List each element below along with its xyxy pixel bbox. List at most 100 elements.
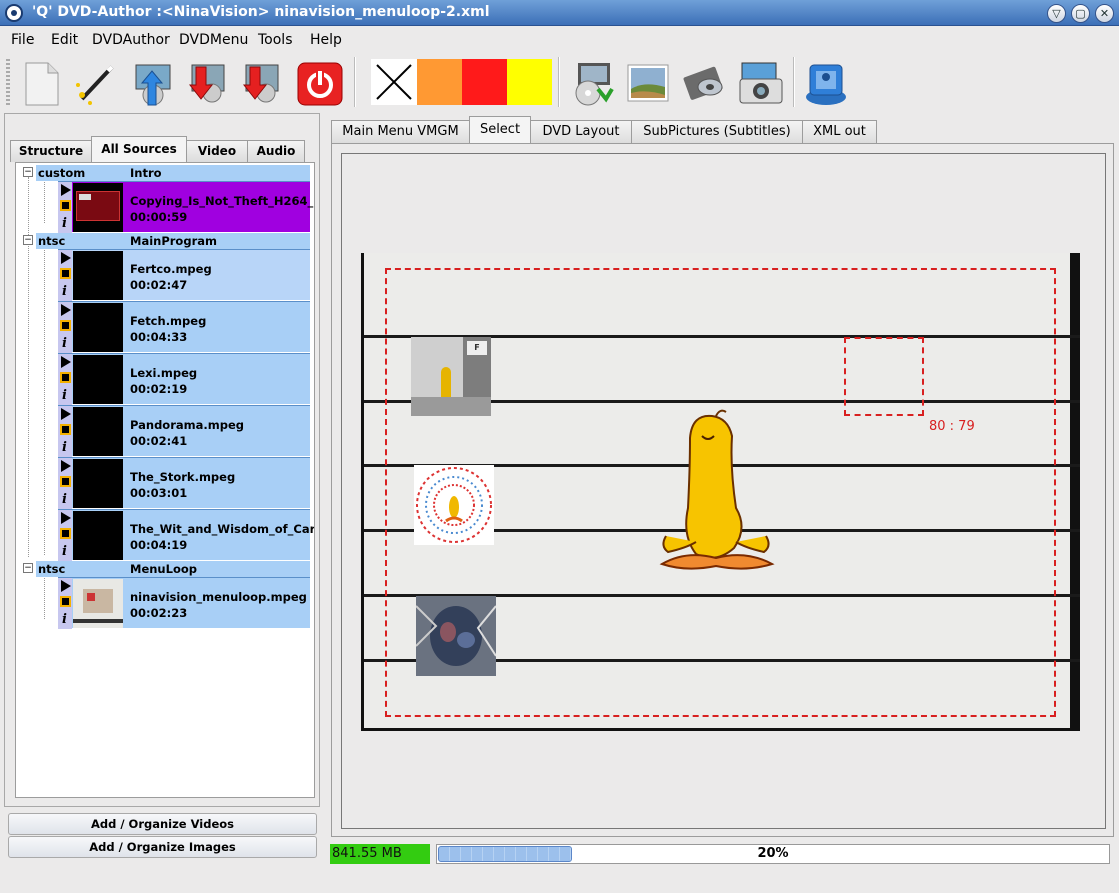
source-item[interactable]: i Copying_Is_Not_Theft_H264_ 00:00:59 [58, 181, 313, 233]
add-organize-images-button[interactable]: Add / Organize Images [8, 836, 317, 858]
source-item[interactable]: i The_Stork.mpeg 00:03:01 [58, 457, 310, 509]
source-item[interactable]: i Fetch.mpeg 00:04:33 [58, 301, 310, 353]
button-selection-box[interactable] [844, 337, 924, 416]
info-icon[interactable]: i [62, 440, 67, 455]
group-name: MainProgram [130, 234, 217, 248]
open-project-icon[interactable] [128, 59, 176, 107]
dvd-disc-icon[interactable] [802, 59, 850, 107]
source-item[interactable]: i Fertco.mpeg 00:02:47 [58, 249, 310, 301]
play-icon[interactable] [61, 252, 71, 264]
source-item[interactable]: i Pandorama.mpeg 00:02:41 [58, 405, 310, 457]
close-icon[interactable]: ✕ [1095, 4, 1114, 23]
group-name: Intro [130, 166, 162, 180]
group-row[interactable]: custom Intro [36, 165, 310, 181]
progress-text: 20% [757, 846, 789, 861]
tab-structure[interactable]: Structure [10, 140, 92, 162]
group-name: MenuLoop [130, 562, 197, 576]
play-icon[interactable] [61, 356, 71, 368]
group-row[interactable]: ntsc MenuLoop [36, 561, 310, 577]
info-icon[interactable]: i [62, 284, 67, 299]
wizard-icon[interactable] [72, 59, 120, 107]
item-controls: i [58, 458, 72, 509]
play-icon[interactable] [61, 304, 71, 316]
app-icon[interactable] [5, 4, 23, 22]
collapse-toggle[interactable]: − [23, 235, 33, 245]
info-icon[interactable]: i [62, 336, 67, 351]
tab-video[interactable]: Video [186, 140, 248, 162]
source-item[interactable]: i The_Wit_and_Wisdom_of_Car 00:04:19 [58, 509, 314, 561]
stop-icon[interactable] [60, 372, 71, 383]
add-video-icon[interactable] [568, 59, 616, 107]
editor-panel: F 80 : 79 [331, 143, 1114, 837]
play-icon[interactable] [61, 580, 71, 592]
maximize-icon[interactable]: ▢ [1071, 4, 1090, 23]
play-icon[interactable] [61, 408, 71, 420]
menu-dvdmenu[interactable]: DVDMenu [179, 32, 248, 48]
new-document-icon[interactable] [18, 59, 66, 107]
color-swatch-yellow[interactable] [507, 59, 552, 105]
save-as-icon[interactable] [236, 59, 284, 107]
color-swatch-orange[interactable] [417, 59, 462, 105]
item-filename: Lexi.mpeg [130, 366, 198, 380]
menu-button-thumbnail[interactable] [414, 465, 494, 545]
item-controls: i [58, 510, 72, 561]
stop-icon[interactable] [60, 268, 71, 279]
item-controls: i [58, 182, 72, 233]
play-icon[interactable] [61, 512, 71, 524]
tab-audio[interactable]: Audio [247, 140, 305, 162]
item-filename: The_Wit_and_Wisdom_of_Car [130, 522, 315, 536]
minimize-icon[interactable]: ▽ [1047, 4, 1066, 23]
add-image-icon[interactable] [624, 59, 672, 107]
toolbar-separator [793, 57, 795, 107]
color-swatch-red[interactable] [462, 59, 507, 105]
menu-button-thumbnail[interactable]: F [411, 337, 491, 416]
info-icon[interactable]: i [62, 544, 67, 559]
source-item[interactable]: i Lexi.mpeg 00:02:19 [58, 353, 310, 405]
info-icon[interactable]: i [62, 216, 67, 231]
group-row[interactable]: ntsc MainProgram [36, 233, 310, 249]
menu-help[interactable]: Help [310, 32, 342, 48]
item-controls: i [58, 302, 72, 353]
camera-icon[interactable] [736, 59, 784, 107]
tab-main-menu-vmgm[interactable]: Main Menu VMGM [331, 120, 470, 144]
tab-select[interactable]: Select [469, 116, 531, 144]
source-tree: − custom Intro i Copying_Is_Not_Theft_H2… [15, 162, 315, 798]
stop-icon[interactable] [60, 596, 71, 607]
menu-tools[interactable]: Tools [258, 32, 293, 48]
info-icon[interactable]: i [62, 388, 67, 403]
dvd-size-indicator: 841.55 MB [330, 844, 430, 864]
tab-all-sources[interactable]: All Sources [91, 136, 187, 162]
source-item[interactable]: i ninavision_menuloop.mpeg 00:02:23 [58, 577, 310, 629]
add-audio-icon[interactable] [680, 59, 728, 107]
info-icon[interactable]: i [62, 612, 67, 627]
title-bar: 'Q' DVD-Author :<NinaVision> ninavision_… [0, 0, 1119, 26]
power-icon[interactable] [296, 59, 344, 107]
play-icon[interactable] [61, 184, 71, 196]
collapse-toggle[interactable]: − [23, 563, 33, 573]
play-icon[interactable] [61, 460, 71, 472]
save-project-icon[interactable] [182, 59, 230, 107]
tab-subpictures[interactable]: SubPictures (Subtitles) [631, 120, 803, 144]
menu-file[interactable]: File [11, 32, 34, 48]
stop-icon[interactable] [60, 476, 71, 487]
collapse-toggle[interactable]: − [23, 167, 33, 177]
menu-background[interactable]: F 80 : 79 [361, 253, 1080, 731]
item-filename: Fetch.mpeg [130, 314, 207, 328]
group-format: ntsc [38, 234, 66, 248]
menu-button-thumbnail[interactable] [416, 596, 496, 676]
stop-icon[interactable] [60, 200, 71, 211]
stop-icon[interactable] [60, 320, 71, 331]
menu-edit[interactable]: Edit [51, 32, 78, 48]
stop-icon[interactable] [60, 424, 71, 435]
character-illustration [656, 408, 776, 578]
toolbar-grip[interactable] [6, 59, 10, 105]
stop-icon[interactable] [60, 528, 71, 539]
no-color-swatch[interactable] [371, 59, 417, 105]
menu-dvdauthor[interactable]: DVDAuthor [92, 32, 170, 48]
video-thumbnail [73, 251, 123, 300]
tab-xml-out[interactable]: XML out [802, 120, 877, 144]
progress-bar: 20% [436, 844, 1110, 864]
tab-dvd-layout[interactable]: DVD Layout [530, 120, 632, 144]
add-organize-videos-button[interactable]: Add / Organize Videos [8, 813, 317, 835]
info-icon[interactable]: i [62, 492, 67, 507]
